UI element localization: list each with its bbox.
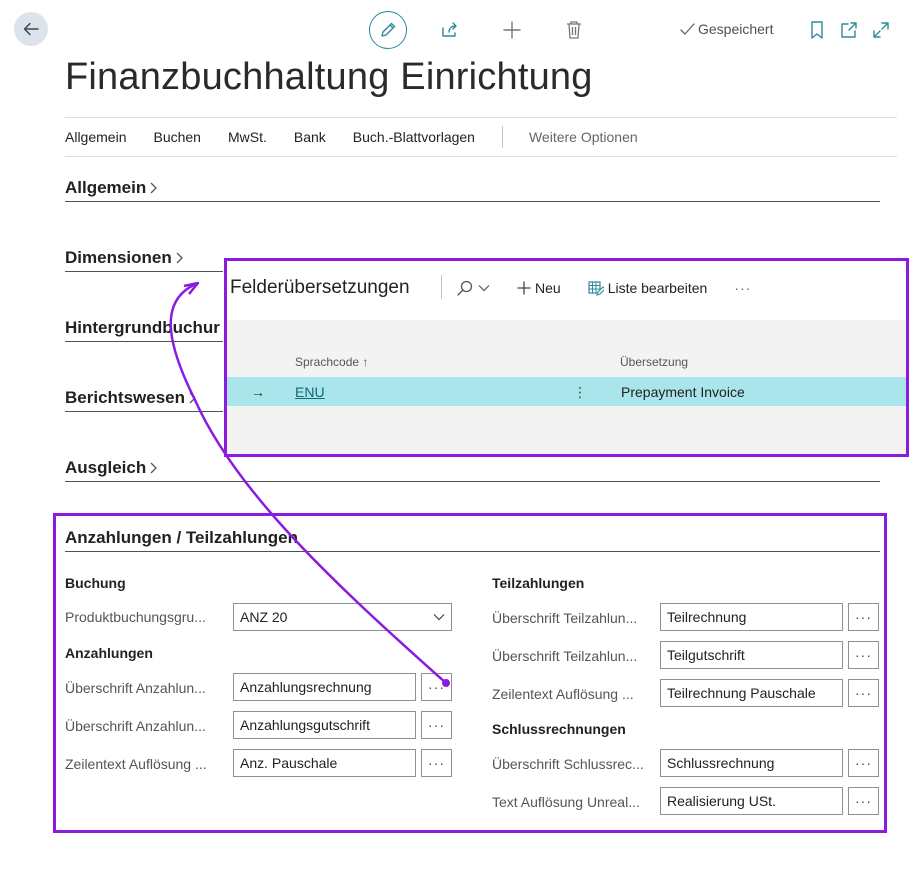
section-dimensionen-title: Dimensionen: [65, 248, 172, 267]
action-allgemein[interactable]: Allgemein: [65, 129, 126, 145]
column-header-translation[interactable]: Übersetzung: [620, 355, 688, 369]
expand-icon: [871, 20, 891, 40]
chevron-right-icon: [188, 391, 197, 405]
section-divider: [65, 341, 223, 342]
delete-button[interactable]: [562, 18, 586, 42]
translations-grid: Sprachcode ↑ Übersetzung → ENU ⋮ Prepaym…: [227, 320, 906, 454]
section-divider: [65, 201, 880, 202]
column-header-language-label: Sprachcode: [295, 355, 360, 369]
section-berichtswesen-title: Berichtswesen: [65, 388, 185, 407]
new-record-button[interactable]: [500, 18, 524, 42]
bookmark-icon: [809, 20, 825, 40]
section-hintergrund-header[interactable]: Hintergrundbuchur: [65, 318, 223, 338]
search-button[interactable]: [456, 279, 490, 297]
arrow-left-icon: [22, 20, 40, 38]
row-translation-value: Prepayment Invoice: [621, 384, 745, 400]
action-more-options[interactable]: Weitere Optionen: [529, 129, 638, 145]
edit-list-label: Liste bearbeiten: [607, 280, 708, 296]
edit-grid-icon: [588, 280, 604, 296]
section-dimensionen-header[interactable]: Dimensionen: [65, 248, 184, 268]
trash-icon: [565, 20, 583, 40]
back-button[interactable]: [14, 12, 48, 46]
section-divider: [65, 411, 223, 412]
section-berichtswesen-header[interactable]: Berichtswesen: [65, 388, 197, 408]
edit-list-button[interactable]: Liste bearbeiten: [588, 280, 708, 296]
check-icon: [680, 22, 695, 36]
action-mwst[interactable]: MwSt.: [228, 129, 267, 145]
row-menu-icon[interactable]: ⋮: [573, 384, 587, 401]
section-allgemein-header[interactable]: Allgemein: [65, 178, 158, 198]
action-divider: [501, 126, 503, 148]
new-label: Neu: [535, 280, 561, 296]
section-divider: [65, 271, 223, 272]
action-bar: Allgemein Buchen MwSt. Bank Buch.-Blattv…: [65, 117, 897, 157]
pencil-icon: [379, 21, 397, 39]
toolbar-divider: [441, 275, 442, 299]
page-title: Finanzbuchhaltung Einrichtung: [65, 56, 593, 98]
sort-ascending-icon: ↑: [362, 355, 369, 369]
chevron-down-icon: [478, 284, 490, 292]
chevron-right-icon: [149, 461, 158, 475]
ellipsis-icon: ···: [734, 280, 752, 296]
action-buch-blattvorlagen[interactable]: Buch.-Blattvorlagen: [353, 129, 475, 145]
section-allgemein-title: Allgemein: [65, 178, 147, 197]
section-ausgleich-title: Ausgleich: [65, 458, 147, 477]
column-header-language[interactable]: Sprachcode ↑: [295, 355, 368, 369]
search-icon: [456, 279, 474, 297]
saved-status: Gespeichert: [680, 21, 773, 37]
section-hintergrund-title: Hintergrundbuchur: [65, 318, 220, 337]
bookmark-button[interactable]: [805, 18, 829, 42]
more-options-button[interactable]: ···: [734, 280, 751, 296]
plus-icon: [502, 20, 522, 40]
translations-panel: Felderübersetzungen Neu Liste bearbeiten…: [224, 258, 909, 457]
action-buchen[interactable]: Buchen: [153, 129, 200, 145]
open-new-window-button[interactable]: [837, 18, 861, 42]
share-icon: [439, 20, 459, 40]
section-divider: [65, 481, 880, 482]
translations-title: Felderübersetzungen: [230, 277, 410, 298]
section-ausgleich-header[interactable]: Ausgleich: [65, 458, 158, 478]
table-row[interactable]: → ENU ⋮ Prepayment Invoice: [227, 377, 906, 406]
new-translation-button[interactable]: Neu: [517, 280, 561, 296]
translations-toolbar: Neu Liste bearbeiten ···: [456, 279, 778, 297]
action-bank[interactable]: Bank: [294, 129, 326, 145]
row-selected-arrow-icon: →: [251, 384, 265, 400]
row-language-link[interactable]: ENU: [295, 384, 325, 400]
saved-label: Gespeichert: [698, 21, 774, 37]
plus-icon: [517, 281, 531, 295]
share-button[interactable]: [437, 18, 461, 42]
edit-button[interactable]: [369, 11, 407, 49]
chevron-right-icon: [175, 251, 184, 265]
chevron-right-icon: [149, 181, 158, 195]
open-in-new-window-icon: [839, 20, 859, 40]
expand-button[interactable]: [869, 18, 893, 42]
highlight-frame: [53, 513, 887, 833]
